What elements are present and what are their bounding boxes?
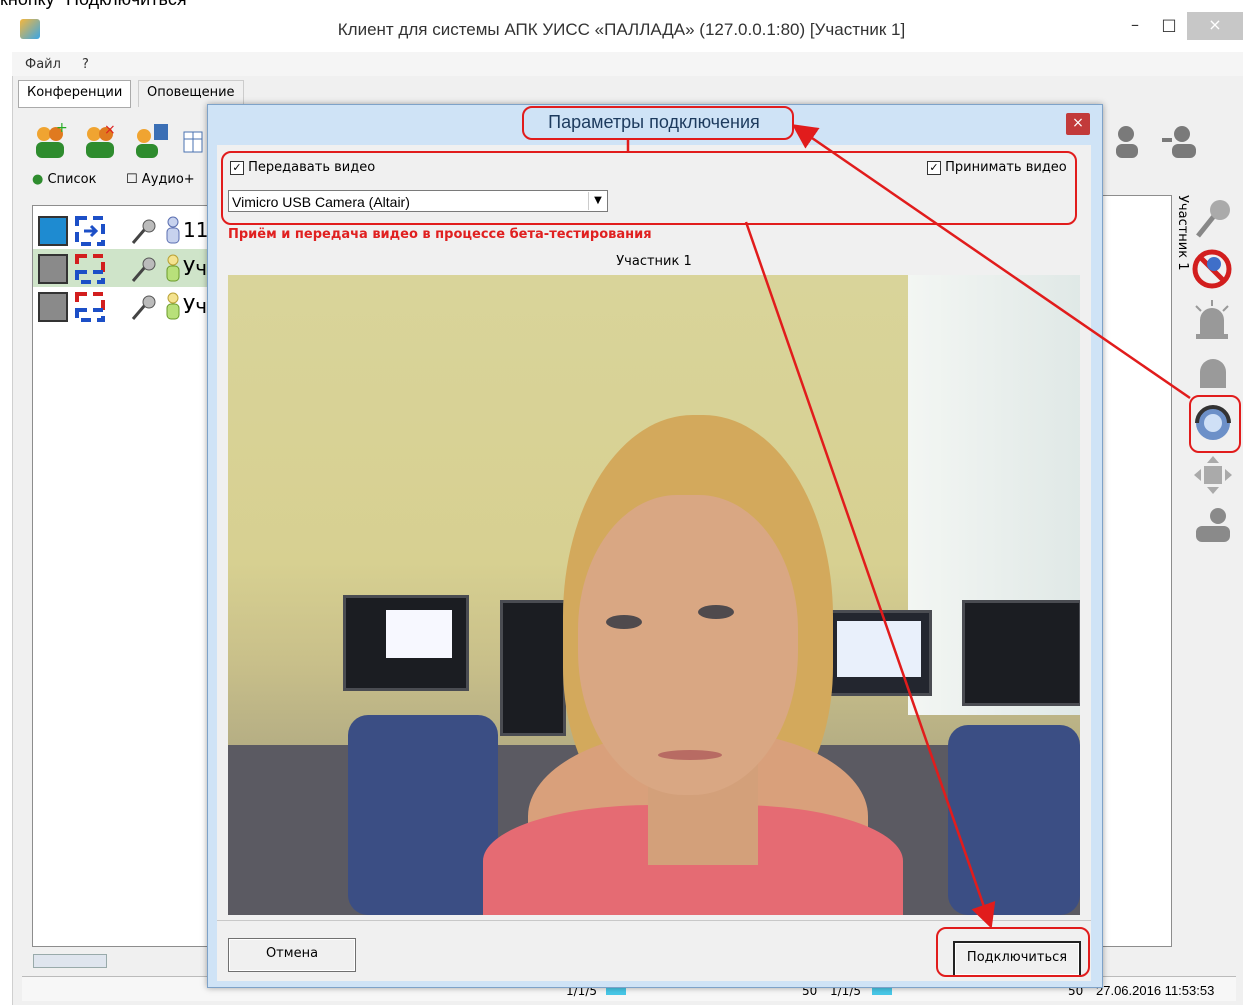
annotation-arrows	[626, 124, 1191, 929]
